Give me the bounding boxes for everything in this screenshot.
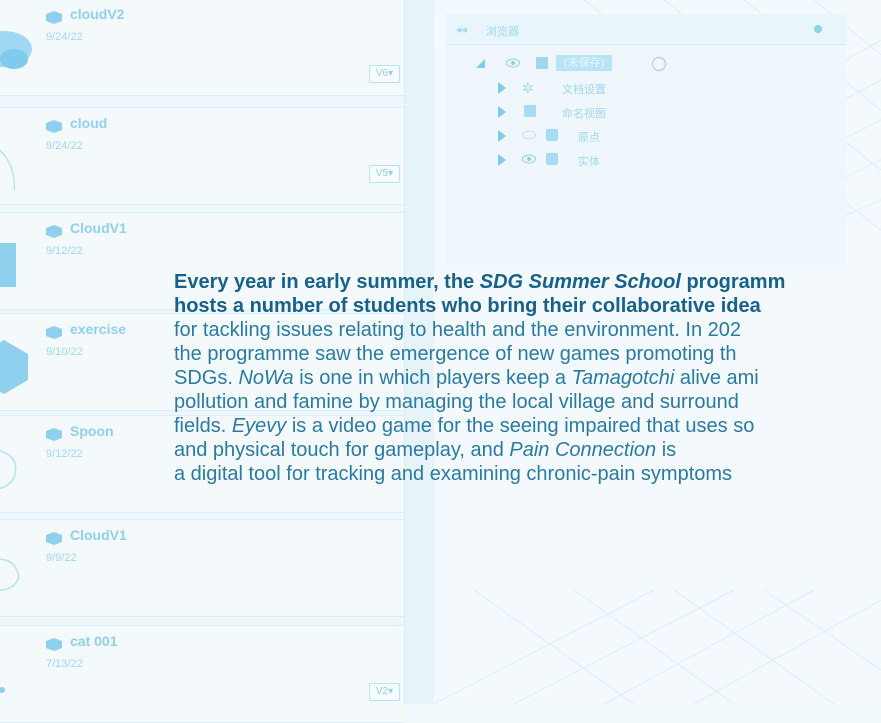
tree-item-label: 原点: [578, 132, 600, 144]
expand-icon[interactable]: [476, 59, 485, 68]
cube-icon: [46, 428, 62, 441]
collapse-icon[interactable]: ◂◂: [456, 23, 467, 36]
cube-icon: [46, 638, 62, 651]
cube-icon: [46, 11, 62, 24]
expand-icon[interactable]: [498, 154, 506, 166]
file-name: cloud: [70, 115, 108, 131]
pin-icon[interactable]: [814, 25, 822, 33]
article-line: fields. Eyevy is a video game for the se…: [174, 415, 755, 437]
file-name: exercise: [70, 321, 127, 337]
cube-icon: [46, 225, 62, 238]
gear-icon: ✲: [522, 80, 534, 96]
root-label: (未保存): [556, 55, 613, 71]
file-card-cloud[interactable]: cloud 9/24/22: [0, 107, 404, 205]
cube-model-thumbnail: [0, 243, 16, 287]
article-line: hosts a number of students who bring the…: [174, 295, 761, 317]
expand-icon[interactable]: [498, 106, 506, 118]
article-line: for tackling issues relating to health a…: [174, 319, 742, 341]
hexagon-model-thumbnail: [0, 340, 28, 394]
tree-item-bodies[interactable]: 实体: [498, 150, 758, 170]
file-name: Spoon: [70, 423, 114, 439]
wireframe-thumbnail: [0, 149, 16, 190]
sketch-model-thumbnail: [0, 558, 20, 591]
expand-icon[interactable]: [498, 130, 506, 142]
file-date: 9/10/22: [46, 346, 83, 358]
browser-panel: ◂◂ 浏览器 (未保存) ✲ 文档设置 命名视图 原点 实体: [446, 14, 846, 264]
file-name: cloudV2: [70, 6, 125, 22]
file-date: 9/9/22: [46, 552, 77, 564]
cloud-model-thumbnail: [0, 31, 32, 69]
file-date: 9/12/22: [46, 448, 83, 460]
tree-root[interactable]: (未保存): [476, 54, 776, 74]
eye-icon[interactable]: [506, 58, 520, 68]
article-line: a digital tool for tracking and examinin…: [174, 463, 733, 485]
cat-model-thumbnail: [0, 687, 5, 693]
file-date: 9/24/22: [46, 140, 83, 152]
tree-item-label: 实体: [578, 156, 600, 168]
folder-icon: [546, 153, 558, 165]
tree-item-label: 命名视图: [562, 108, 606, 120]
tree-item-document-settings[interactable]: ✲ 文档设置: [498, 78, 758, 98]
file-card-cloudv1-2[interactable]: CloudV1 9/9/22: [0, 519, 404, 617]
cube-icon: [46, 120, 62, 133]
file-name: cat 001: [70, 633, 118, 649]
folder-icon: [546, 129, 558, 141]
file-card-cat-001[interactable]: cat 001 7/13/22: [0, 625, 404, 723]
component-icon: [536, 57, 548, 69]
tree-item-label: 文档设置: [562, 84, 606, 96]
file-name: CloudV1: [70, 220, 127, 236]
cube-icon: [46, 532, 62, 545]
file-date: 7/13/22: [46, 658, 83, 670]
tree-item-named-views[interactable]: 命名视图: [498, 102, 758, 122]
article-line: SDGs. NoWa is one in which players keep …: [174, 367, 759, 389]
file-name: CloudV1: [70, 527, 127, 543]
file-date: 9/24/22: [46, 31, 83, 43]
version-dropdown[interactable]: V5▾: [369, 165, 400, 183]
article-line: and physical touch for gameplay, and Pai…: [174, 439, 677, 461]
file-date: 9/12/22: [46, 245, 83, 257]
file-card-cloudv2[interactable]: cloudV2 9/24/22: [0, 0, 404, 96]
tree-item-origin[interactable]: 原点: [498, 126, 758, 146]
article-text: Every year in early summer, the SDG Summ…: [174, 270, 881, 486]
folder-icon: [524, 105, 536, 117]
article-line: pollution and famine by managing the loc…: [174, 391, 739, 413]
expand-icon[interactable]: [498, 82, 506, 94]
cube-icon: [46, 326, 62, 339]
spoon-model-thumbnail: [0, 450, 17, 490]
browser-header: ◂◂ 浏览器: [446, 14, 846, 45]
activate-radio-icon[interactable]: [652, 57, 666, 71]
article-line: Every year in early summer, the SDG Summ…: [174, 271, 786, 293]
version-dropdown[interactable]: V6▾: [369, 65, 400, 83]
article-line: the programme saw the emergence of new g…: [174, 343, 737, 365]
version-dropdown[interactable]: V2▾: [369, 683, 400, 701]
eye-hidden-icon[interactable]: [522, 130, 536, 140]
browser-title: 浏览器: [486, 26, 519, 38]
eye-icon[interactable]: [522, 154, 536, 164]
